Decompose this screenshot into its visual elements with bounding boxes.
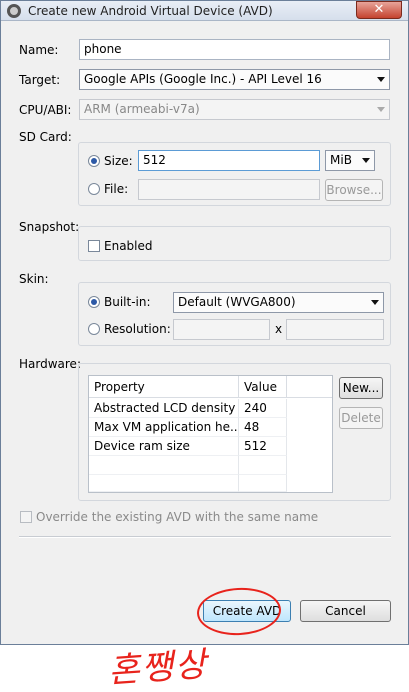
sdcard-size-label: Size: [104, 154, 133, 168]
sdcard-size-radio[interactable] [88, 155, 100, 167]
delete-property-button[interactable]: Delete [339, 407, 383, 429]
chevron-down-icon [371, 300, 379, 305]
new-property-button[interactable]: New... [339, 377, 383, 399]
chevron-down-icon [362, 158, 370, 163]
snapshot-enabled-label: Enabled [104, 239, 153, 253]
table-empty-row [89, 456, 239, 475]
snapshot-label: Snapshot: [19, 220, 80, 234]
table-row-value[interactable]: 512 [239, 437, 287, 456]
skin-resolution-radio[interactable] [88, 323, 100, 335]
skin-builtin-label: Built-in: [104, 295, 151, 309]
close-button[interactable]: ✕ [356, 1, 402, 19]
table-row-property[interactable]: Abstracted LCD density [89, 399, 239, 418]
chevron-down-icon [377, 77, 385, 82]
name-label: Name: [19, 43, 59, 57]
cpu-abi-select-value: ARM (armeabi-v7a) [84, 102, 200, 116]
override-label: Override the existing AVD with the same … [36, 510, 319, 524]
snapshot-enabled-checkbox[interactable] [88, 240, 100, 252]
table-empty-row [89, 475, 239, 492]
title-bar[interactable]: Create new Android Virtual Device (AVD) … [1, 1, 408, 21]
skin-builtin-select[interactable]: Default (WVGA800) [173, 292, 384, 313]
column-header-filler [287, 376, 332, 398]
sdcard-unit-value: MiB [330, 153, 352, 167]
separator [19, 536, 391, 538]
table-empty-row [239, 475, 287, 492]
skin-resolution-label: Resolution: [104, 322, 171, 336]
sdcard-file-radio[interactable] [88, 183, 100, 195]
hardware-label: Hardware: [19, 357, 81, 371]
sdcard-unit-select[interactable]: MiB [325, 150, 375, 171]
resolution-separator: x [275, 322, 283, 336]
column-header-property[interactable]: Property [89, 376, 239, 398]
cpu-abi-select: ARM (armeabi-v7a) [79, 99, 390, 120]
cpu-abi-label: CPU/ABI: [19, 103, 72, 117]
table-empty-row [239, 456, 287, 475]
skin-label: Skin: [19, 272, 49, 286]
browse-button[interactable]: Browse... [325, 179, 383, 201]
table-row-property[interactable]: Max VM application he... [89, 418, 239, 437]
sdcard-file-label: File: [104, 182, 129, 196]
resolution-height-input[interactable] [286, 319, 384, 340]
sdcard-size-input[interactable]: 512 [138, 150, 320, 171]
avd-dialog-window: Create new Android Virtual Device (AVD) … [0, 0, 409, 645]
hardware-table[interactable]: Property Value Abstracted LCD density 24… [88, 375, 333, 493]
table-row-property[interactable]: Device ram size [89, 437, 239, 456]
override-checkbox[interactable] [20, 511, 32, 523]
sdcard-file-input[interactable] [138, 179, 320, 200]
name-input[interactable]: phone [79, 39, 390, 60]
red-annotation-circle [195, 585, 283, 638]
table-row-value[interactable]: 240 [239, 399, 287, 418]
chevron-down-icon [377, 107, 385, 112]
sdcard-label: SD Card: [19, 130, 72, 144]
table-row-value[interactable]: 48 [239, 418, 287, 437]
target-select-value: Google APIs (Google Inc.) - API Level 16 [84, 72, 322, 86]
resolution-width-input[interactable] [173, 319, 270, 340]
eclipse-gear-icon [7, 4, 21, 18]
target-label: Target: [19, 73, 61, 87]
column-header-value[interactable]: Value [239, 376, 287, 398]
cancel-button[interactable]: Cancel [300, 600, 391, 622]
window-title: Create new Android Virtual Device (AVD) [28, 4, 273, 18]
skin-builtin-radio[interactable] [88, 296, 100, 308]
target-select[interactable]: Google APIs (Google Inc.) - API Level 16 [79, 69, 390, 90]
skin-builtin-value: Default (WVGA800) [178, 295, 296, 309]
